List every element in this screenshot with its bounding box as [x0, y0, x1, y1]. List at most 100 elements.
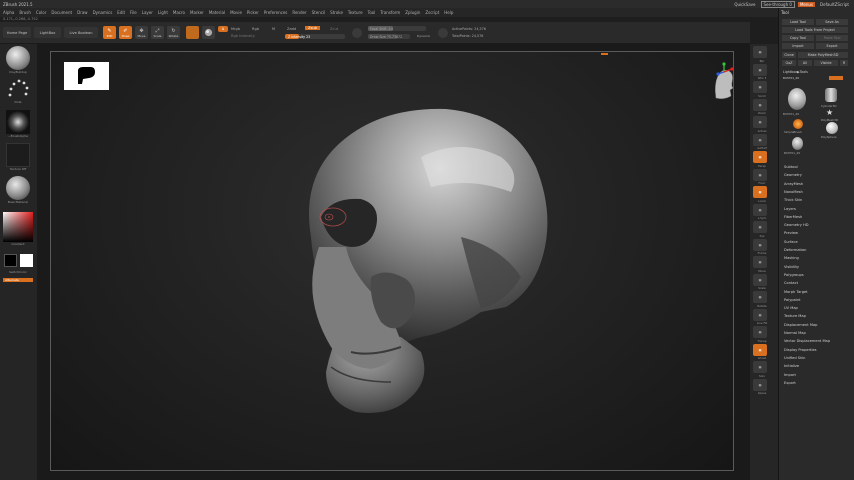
main-color-swatch[interactable]: [19, 254, 33, 267]
menu-color[interactable]: Color: [36, 10, 46, 15]
tool-section-unified-skin[interactable]: Unified Skin: [784, 356, 805, 360]
draw-tool-button[interactable]: ✐ Draw: [119, 26, 132, 39]
goz-all-button[interactable]: All: [798, 60, 812, 66]
menu-macro[interactable]: Macro: [173, 10, 185, 15]
tool-section-geometry-hd[interactable]: Geometry HD: [784, 223, 809, 227]
tool-thumb-cylinder[interactable]: [825, 88, 837, 102]
color-square[interactable]: [3, 212, 33, 242]
menu-stencil[interactable]: Stencil: [312, 10, 326, 15]
menu-marker[interactable]: Marker: [190, 10, 204, 15]
clone-button[interactable]: Clone: [782, 52, 796, 58]
menu-tool[interactable]: Tool: [368, 10, 376, 15]
tool-section-masking[interactable]: Masking: [784, 256, 799, 260]
tool-section-contact[interactable]: Contact: [784, 281, 798, 285]
paste-tool-button[interactable]: Paste Tool: [816, 35, 848, 41]
polysphere-icon[interactable]: [826, 122, 838, 134]
load-tool-button[interactable]: Load Tool: [782, 19, 814, 25]
menu-movie[interactable]: Movie: [230, 10, 242, 15]
tool-slider-marker[interactable]: [829, 76, 843, 80]
frame-icon[interactable]: ▦: [753, 238, 767, 251]
polymesh-star-icon[interactable]: ★: [826, 108, 833, 117]
menu-file[interactable]: File: [130, 10, 137, 15]
ghost-icon[interactable]: ▦: [753, 343, 767, 356]
see-through-slider[interactable]: See-through 0: [760, 0, 795, 8]
brush-selector[interactable]: ClayBuildup: [3, 46, 33, 74]
menu-draw[interactable]: Draw: [77, 10, 87, 15]
menu-layer[interactable]: Layer: [142, 10, 153, 15]
tool-section-geometry[interactable]: Geometry: [784, 173, 802, 177]
menu-light[interactable]: Light: [158, 10, 168, 15]
switch-color-button[interactable]: SwitchColor: [3, 270, 33, 274]
home-page-button[interactable]: Home Page: [3, 27, 31, 38]
xpose-icon[interactable]: ▦: [753, 378, 767, 391]
floor-icon[interactable]: ▦: [753, 168, 767, 181]
material-swatch[interactable]: [186, 26, 199, 39]
document-scroll-marker[interactable]: [601, 53, 608, 55]
live-boolean-button[interactable]: Live Boolean: [64, 27, 98, 38]
menu-preferences[interactable]: Preferences: [264, 10, 288, 15]
alternate-button[interactable]: Alternate: [3, 278, 33, 282]
export-button[interactable]: Export: [816, 43, 848, 49]
rotate-icon[interactable]: ▦: [753, 291, 767, 303]
lazy-mouse-icon[interactable]: [352, 28, 362, 38]
tool-section-morph-target[interactable]: Morph Target: [784, 290, 808, 294]
simple-brush-icon[interactable]: [793, 119, 803, 129]
mrgb-toggle[interactable]: Mrgb: [231, 27, 240, 31]
menu-brush[interactable]: Brush: [19, 10, 31, 15]
tool-section-displacement-map[interactable]: Displacement Map: [784, 323, 817, 327]
tool-section-polygroups[interactable]: Polygroups: [784, 273, 804, 277]
tool-section-preview[interactable]: Preview: [784, 231, 798, 235]
copy-tool-button[interactable]: Copy Tool: [782, 35, 814, 41]
tool-section-surface[interactable]: Surface: [784, 240, 798, 244]
symmetry-icon[interactable]: [438, 28, 448, 38]
menu-alpha[interactable]: Alpha: [3, 10, 14, 15]
canvas-viewport[interactable]: [37, 44, 750, 480]
menu-help[interactable]: Help: [444, 10, 453, 15]
tool-section-thick-skin[interactable]: Thick Skin: [784, 198, 802, 202]
document-canvas[interactable]: [50, 51, 734, 471]
rgb-intensity-slider[interactable]: Rgb Intensity: [231, 34, 255, 38]
lightbox-tools-link[interactable]: Lightbox▶Tools: [783, 70, 808, 74]
menu-stroke[interactable]: Stroke: [330, 10, 343, 15]
move-tool-button[interactable]: ✥ Move: [135, 26, 148, 39]
goz-visible-button[interactable]: Visible: [814, 60, 838, 66]
goz-button[interactable]: GoZ: [782, 60, 796, 66]
spix-3-icon[interactable]: ▦: [753, 63, 767, 76]
tool-section-display-properties[interactable]: Display Properties: [784, 348, 817, 352]
texture-selector[interactable]: Texture Off: [3, 143, 33, 171]
menu-zscript[interactable]: Zscript: [425, 10, 439, 15]
tool-section-visibility[interactable]: Visibility: [784, 265, 799, 269]
tool-thumb-bust[interactable]: [788, 88, 806, 110]
load-tools-from-project-button[interactable]: Load Tools From Project: [782, 27, 848, 33]
actual-icon[interactable]: ▦: [753, 116, 767, 128]
tool-section-export[interactable]: Export: [784, 381, 796, 385]
menu-dynamics[interactable]: Dynamics: [93, 10, 113, 15]
dynamic-toggle[interactable]: Dynamic: [417, 34, 430, 38]
goz-r-button[interactable]: R: [840, 60, 848, 66]
default-zscript-button[interactable]: DefaultZScript: [818, 2, 851, 7]
aahalf-icon[interactable]: ▦: [753, 133, 767, 146]
solo-icon[interactable]: ▦: [753, 361, 767, 373]
xyz-icon[interactable]: ▦: [753, 221, 767, 233]
rotate-tool-button[interactable]: ↻ Rotate: [167, 26, 180, 39]
tool-section-fibermesh[interactable]: FiberMesh: [784, 215, 802, 219]
save-as-button[interactable]: Save As: [816, 19, 848, 25]
tool-section-import[interactable]: Import: [784, 373, 796, 377]
line-fill-icon[interactable]: ▦: [753, 308, 767, 321]
persp-icon[interactable]: ▦: [753, 151, 767, 163]
l-sym-icon[interactable]: ▦: [753, 203, 767, 216]
alpha-selector[interactable]: ~BrushAlpha: [3, 110, 33, 138]
navigation-gizmo[interactable]: [708, 62, 740, 102]
menu-picker[interactable]: Picker: [247, 10, 259, 15]
tool-section-normal-map[interactable]: Normal Map: [784, 331, 806, 335]
menu-render[interactable]: Render: [292, 10, 306, 15]
tool-section-vector-displacement-map[interactable]: Vector Displacement Map: [784, 339, 830, 343]
menu-document[interactable]: Document: [51, 10, 72, 15]
local-icon[interactable]: ▦: [753, 186, 767, 198]
secondary-color-swatch[interactable]: [3, 254, 17, 267]
import-button[interactable]: Import: [782, 43, 814, 49]
lightbox-button[interactable]: LightBox: [34, 27, 61, 38]
zcut-toggle[interactable]: Zcut: [330, 27, 338, 31]
stroke-selector[interactable]: Dots: [3, 77, 33, 104]
tool-section-uv-map[interactable]: UV Map: [784, 306, 798, 310]
